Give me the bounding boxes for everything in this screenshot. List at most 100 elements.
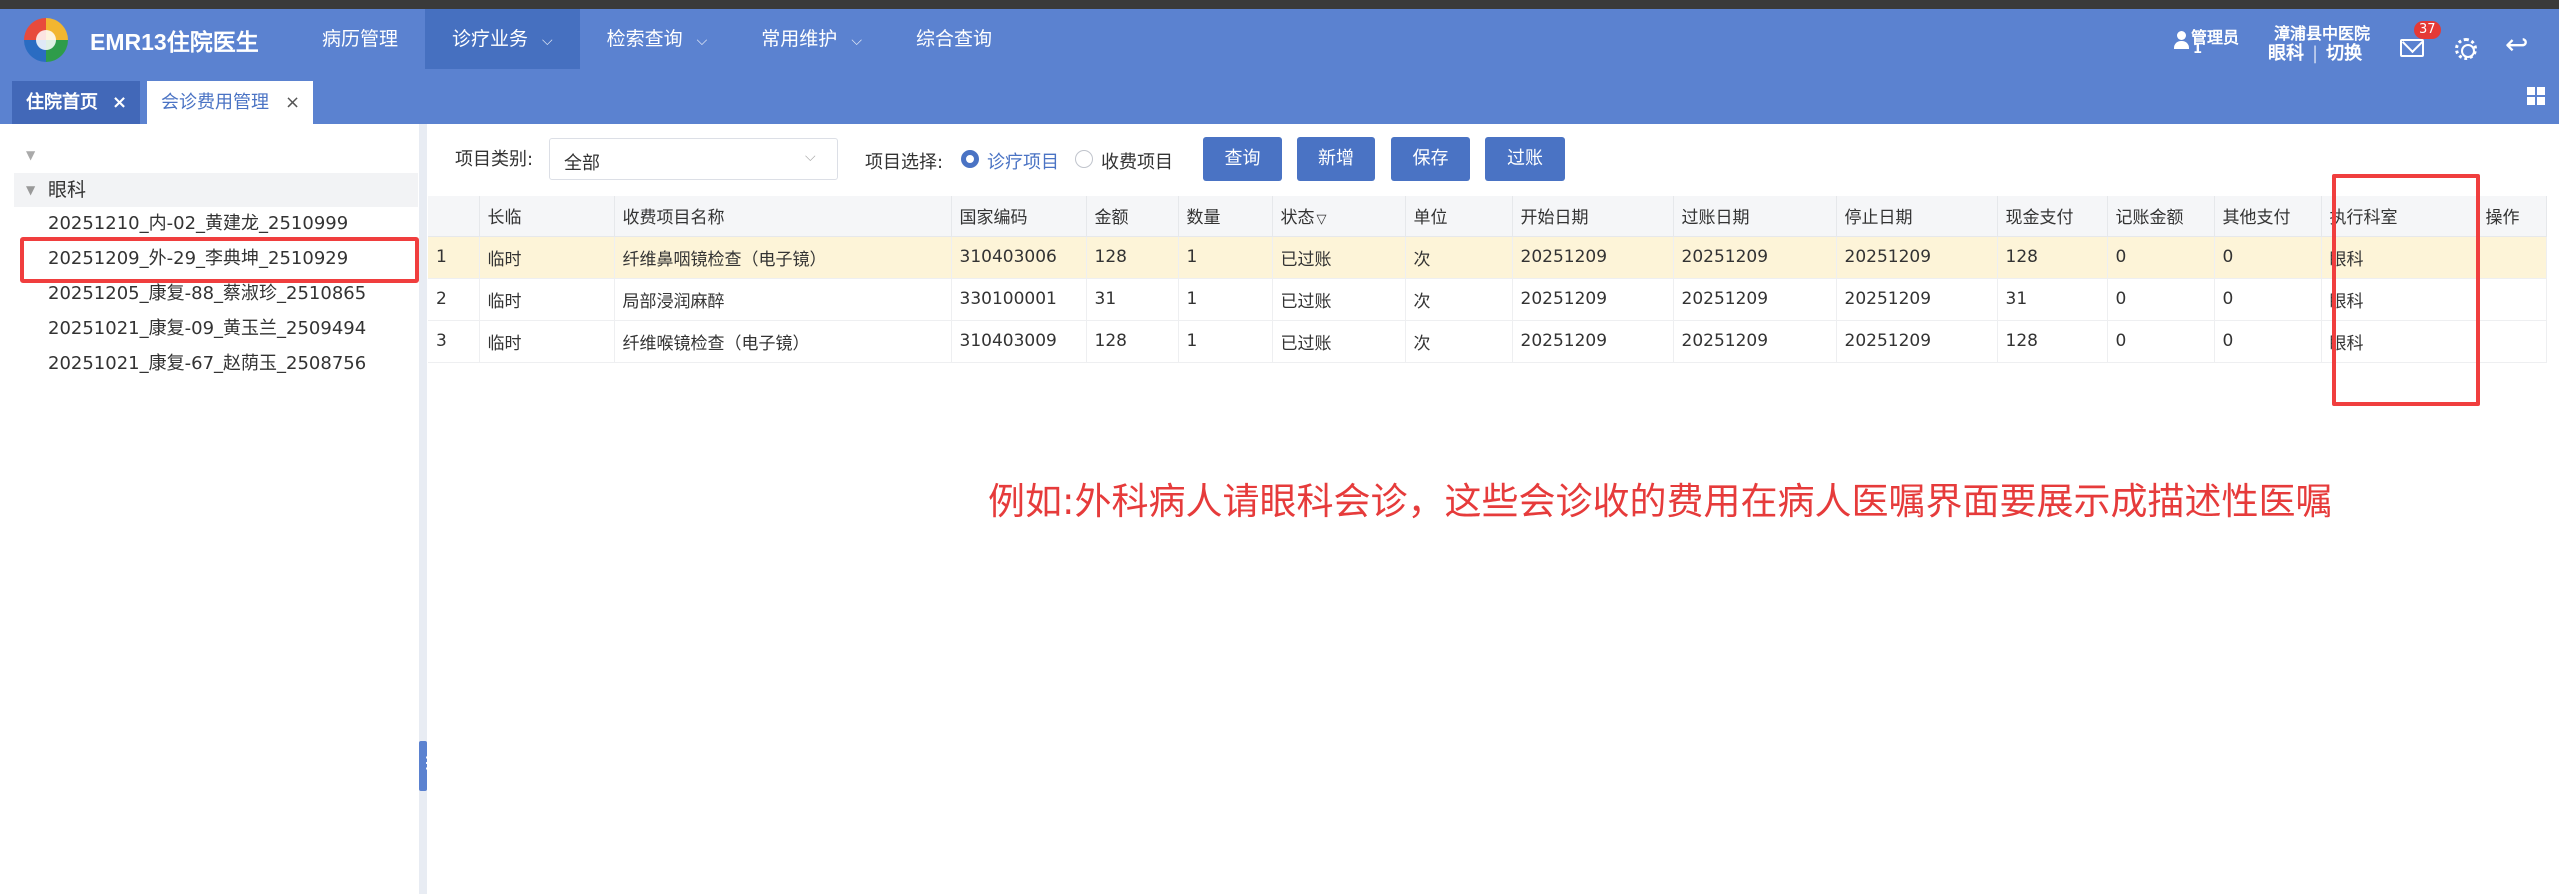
cell-item-name: 纤维喉镜检查（电子镜） bbox=[614, 320, 952, 363]
nav-item-medical-records[interactable]: 病历管理 bbox=[295, 9, 425, 69]
cell-item-name: 纤维鼻咽镜检查（电子镜） bbox=[614, 236, 952, 279]
consultation-fee-table: 长临 收费项目名称 国家编码 金额 数量 状态 ▽ 单位 开始日期 过账日期 停止… bbox=[428, 196, 2547, 363]
tree-node-department[interactable]: ▼ 眼科 bbox=[14, 173, 418, 207]
cell-row-number: 1 bbox=[428, 236, 480, 279]
exec-dept-column-highlight-box bbox=[2332, 174, 2480, 406]
table-header-row: 长临 收费项目名称 国家编码 金额 数量 状态 ▽ 单位 开始日期 过账日期 停止… bbox=[428, 196, 2547, 237]
grid-menu-icon[interactable] bbox=[2527, 87, 2545, 105]
column-header: 现金支付 bbox=[1997, 196, 2108, 237]
chevron-down-icon: ⌵ bbox=[542, 33, 553, 49]
switch-department-link[interactable]: 切换 bbox=[2326, 43, 2362, 64]
table-row[interactable]: 2 临时 局部浸润麻醉 330100001 31 1 已过账 次 2025120… bbox=[428, 278, 2547, 321]
nav-item-comprehensive-query[interactable]: 综合查询 bbox=[889, 9, 1019, 69]
cell-start-date: 20251209 bbox=[1512, 278, 1674, 321]
column-header: 过账日期 bbox=[1673, 196, 1837, 237]
cell-national-code: 310403009 bbox=[951, 320, 1087, 363]
cell-order-type: 临时 bbox=[479, 236, 615, 279]
category-select-value: 全部 bbox=[564, 153, 600, 174]
cell-status: 已过账 bbox=[1272, 278, 1406, 321]
close-icon[interactable]: × bbox=[285, 81, 300, 124]
cell-quantity: 1 bbox=[1178, 320, 1273, 363]
cell-start-date: 20251209 bbox=[1512, 236, 1674, 279]
tree-item-patient[interactable]: 20251021_康复-67_赵荫玉_2508756 bbox=[48, 347, 366, 381]
cell-actions[interactable] bbox=[2477, 278, 2547, 321]
selection-label: 项目选择: bbox=[865, 152, 944, 173]
table-row[interactable]: 1 临时 纤维鼻咽镜检查（电子镜） 310403006 128 1 已过账 次 … bbox=[428, 236, 2547, 279]
nav-label: 诊疗业务 bbox=[452, 28, 529, 50]
department-switcher: 眼科 | 切换 bbox=[2268, 39, 2362, 65]
back-arrow-icon[interactable]: ↩ bbox=[2505, 31, 2528, 59]
gear-icon[interactable] bbox=[2455, 38, 2477, 60]
column-header bbox=[428, 196, 480, 237]
cell-order-type: 临时 bbox=[479, 320, 615, 363]
cell-start-date: 20251209 bbox=[1512, 320, 1674, 363]
nav-item-clinical-business[interactable]: 诊疗业务 ⌵ bbox=[425, 9, 580, 69]
splitter-handle[interactable] bbox=[419, 741, 427, 791]
column-header: 单位 bbox=[1405, 196, 1513, 237]
cell-cash-payment: 31 bbox=[1997, 278, 2108, 321]
add-button[interactable]: 新增 bbox=[1297, 137, 1375, 181]
cell-stop-date: 20251209 bbox=[1836, 320, 1998, 363]
cell-quantity: 1 bbox=[1178, 236, 1273, 279]
cell-post-date: 20251209 bbox=[1673, 278, 1837, 321]
cell-unit: 次 bbox=[1405, 278, 1513, 321]
cell-amount: 31 bbox=[1086, 278, 1179, 321]
cell-cash-payment: 128 bbox=[1997, 236, 2108, 279]
app-logo-icon bbox=[24, 18, 68, 62]
main-menu: 病历管理 诊疗业务 ⌵ 检索查询 ⌵ 常用维护 ⌵ 综合查询 bbox=[295, 9, 1019, 69]
tab-bar: 住院首页 × 会诊费用管理 × bbox=[0, 69, 2559, 124]
post-button[interactable]: 过账 bbox=[1485, 137, 1565, 181]
annotation-note: 例如:外科病人请眼科会诊，这些会诊收的费用在病人医嘱界面要展示成描述性医嘱 bbox=[988, 480, 2333, 523]
top-navbar: EMR13住院医生 病历管理 诊疗业务 ⌵ 检索查询 ⌵ 常用维护 ⌵ 综合查询 管理… bbox=[0, 9, 2559, 69]
nav-item-search-query[interactable]: 检索查询 ⌵ bbox=[580, 9, 735, 69]
nav-label: 常用维护 bbox=[761, 28, 838, 50]
sort-chevron-icon[interactable]: ▽ bbox=[1317, 212, 1327, 227]
cell-item-name: 局部浸润麻醉 bbox=[614, 278, 952, 321]
chevron-down-icon: ⌵ bbox=[805, 149, 816, 165]
window-top-strip bbox=[0, 0, 2559, 9]
nav-label: 病历管理 bbox=[322, 28, 399, 50]
category-label: 项目类别: bbox=[455, 149, 534, 170]
tab-inpatient-home[interactable]: 住院首页 × bbox=[12, 81, 140, 124]
cell-actions[interactable] bbox=[2477, 236, 2547, 279]
category-select[interactable]: 全部 ⌵ bbox=[549, 138, 838, 180]
caret-down-icon[interactable]: ▼ bbox=[26, 148, 35, 162]
cell-other-payment: 0 bbox=[2214, 236, 2322, 279]
chevron-down-icon: ⌵ bbox=[851, 33, 862, 49]
cell-actions[interactable] bbox=[2477, 320, 2547, 363]
cell-amount: 128 bbox=[1086, 320, 1179, 363]
mail-icon[interactable] bbox=[2400, 39, 2424, 57]
radio-unchecked-icon bbox=[1075, 150, 1093, 168]
tab-consultation-fees[interactable]: 会诊费用管理 × bbox=[147, 81, 313, 124]
column-header-status[interactable]: 状态 ▽ bbox=[1272, 196, 1406, 237]
cell-unit: 次 bbox=[1405, 236, 1513, 279]
cell-stop-date: 20251209 bbox=[1836, 278, 1998, 321]
tab-label: 住院首页 bbox=[26, 92, 98, 113]
cell-order-type: 临时 bbox=[479, 278, 615, 321]
selected-patient-highlight-box bbox=[20, 237, 419, 283]
column-header: 其他支付 bbox=[2214, 196, 2322, 237]
cell-amount: 128 bbox=[1086, 236, 1179, 279]
caret-down-icon[interactable]: ▼ bbox=[26, 173, 35, 207]
user-number: 1 bbox=[2193, 42, 2203, 57]
tab-label: 会诊费用管理 bbox=[161, 92, 269, 113]
cell-row-number: 2 bbox=[428, 278, 480, 321]
close-icon[interactable]: × bbox=[112, 81, 127, 124]
save-button[interactable]: 保存 bbox=[1391, 137, 1470, 181]
tree-item-patient[interactable]: 20251021_康复-09_黄玉兰_2509494 bbox=[48, 312, 366, 346]
column-header: 操作 bbox=[2477, 196, 2547, 237]
table-row[interactable]: 3 临时 纤维喉镜检查（电子镜） 310403009 128 1 已过账 次 2… bbox=[428, 320, 2547, 363]
column-header: 开始日期 bbox=[1512, 196, 1674, 237]
tree-node-label: 眼科 bbox=[48, 179, 87, 201]
nav-item-maintenance[interactable]: 常用维护 ⌵ bbox=[734, 9, 889, 69]
query-button[interactable]: 查询 bbox=[1203, 137, 1282, 181]
column-header: 数量 bbox=[1178, 196, 1273, 237]
cell-account-amount: 0 bbox=[2107, 236, 2215, 279]
radio-label: 收费项目 bbox=[1101, 152, 1173, 173]
cell-post-date: 20251209 bbox=[1673, 320, 1837, 363]
column-header-label: 状态 bbox=[1280, 208, 1315, 229]
cell-unit: 次 bbox=[1405, 320, 1513, 363]
cell-national-code: 330100001 bbox=[951, 278, 1087, 321]
tree-item-patient[interactable]: 20251210_内-02_黄建龙_2510999 bbox=[48, 207, 348, 241]
cell-stop-date: 20251209 bbox=[1836, 236, 1998, 279]
